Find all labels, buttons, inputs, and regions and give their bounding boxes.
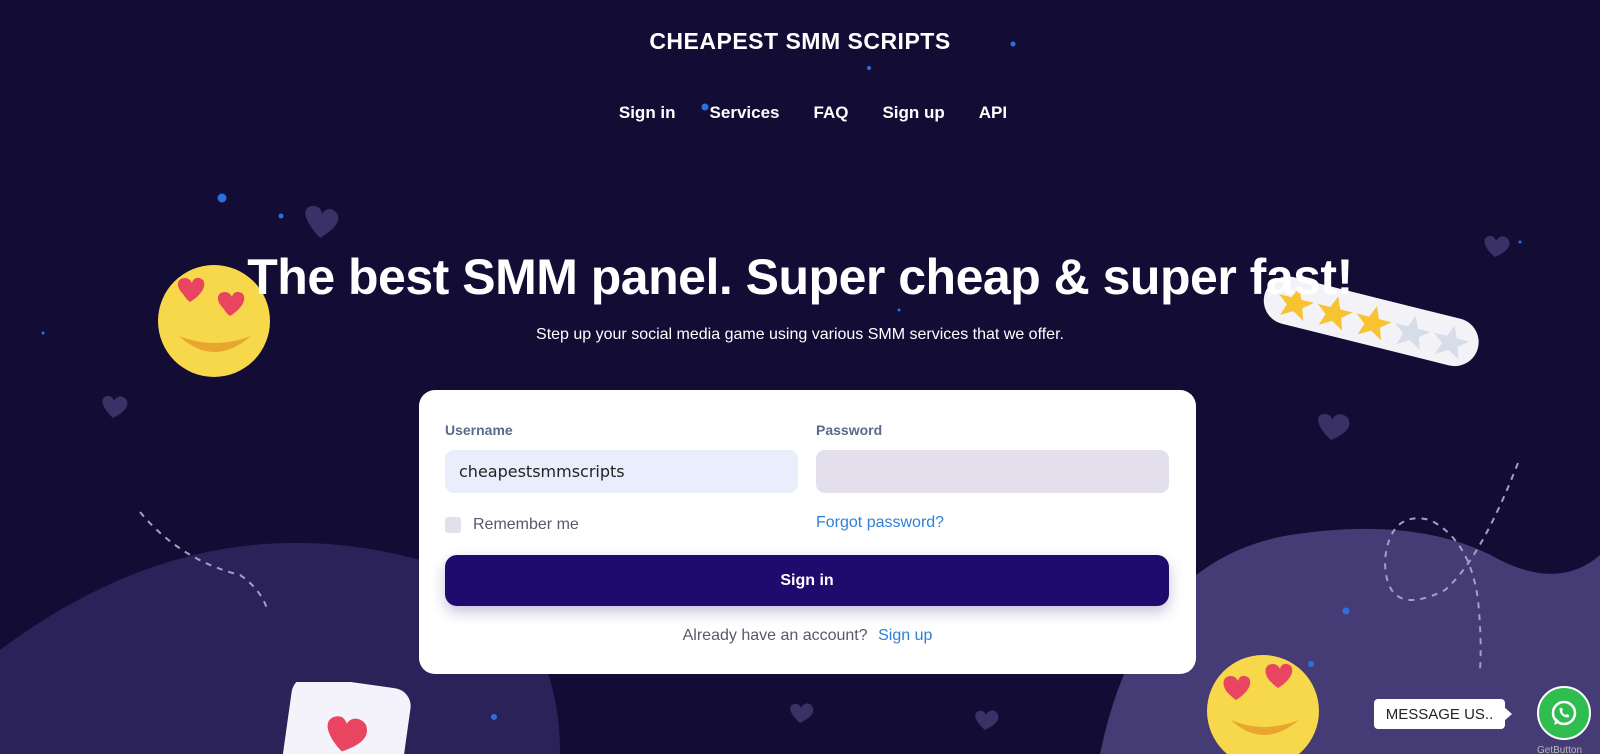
- decor-dot: [278, 213, 284, 219]
- username-input[interactable]: [445, 450, 798, 493]
- signup-prompt: Already have an account? Sign up: [419, 627, 1196, 645]
- signup-link[interactable]: Sign up: [878, 627, 932, 644]
- decor-dot: [217, 193, 227, 203]
- remember-checkbox[interactable]: [445, 517, 461, 533]
- whatsapp-icon: [1551, 700, 1577, 726]
- brand-title[interactable]: CHEAPEST SMM SCRIPTS: [0, 28, 1600, 55]
- nav-api[interactable]: API: [979, 103, 1007, 123]
- decor-dot: [1342, 607, 1350, 615]
- signin-button[interactable]: Sign in: [445, 555, 1169, 606]
- message-us-bubble[interactable]: MESSAGE US..: [1374, 699, 1512, 729]
- no-account-text: Already have an account?: [682, 627, 868, 644]
- whatsapp-button[interactable]: [1537, 686, 1591, 740]
- password-label: Password: [816, 422, 883, 438]
- nav-sign-up[interactable]: Sign up: [882, 103, 944, 123]
- login-card: Username Password Remember me Forgot pas…: [419, 390, 1196, 674]
- decor-dot: [1518, 240, 1522, 244]
- decor-dot: [867, 66, 871, 70]
- nav-services[interactable]: Services: [710, 103, 780, 123]
- hero-title: The best SMM panel. Super cheap & super …: [247, 249, 1353, 305]
- username-label: Username: [445, 422, 513, 438]
- heart-card: [282, 682, 411, 754]
- remember-label: Remember me: [473, 516, 579, 533]
- remember-me[interactable]: Remember me: [445, 516, 579, 534]
- forgot-password-link[interactable]: Forgot password?: [816, 514, 944, 532]
- hero-subtitle: Step up your social media game using var…: [536, 326, 1064, 343]
- nav-sign-in[interactable]: Sign in: [619, 103, 676, 123]
- password-input[interactable]: [816, 450, 1169, 493]
- nav-faq[interactable]: FAQ: [814, 103, 849, 123]
- main-nav: Sign in Services FAQ Sign up API: [0, 103, 1600, 123]
- heart-eyes-emoji-bottom: [1207, 655, 1319, 754]
- decor-dot: [491, 714, 497, 720]
- decor-dot: [897, 308, 901, 312]
- getbutton-label: GetButton: [1537, 745, 1583, 754]
